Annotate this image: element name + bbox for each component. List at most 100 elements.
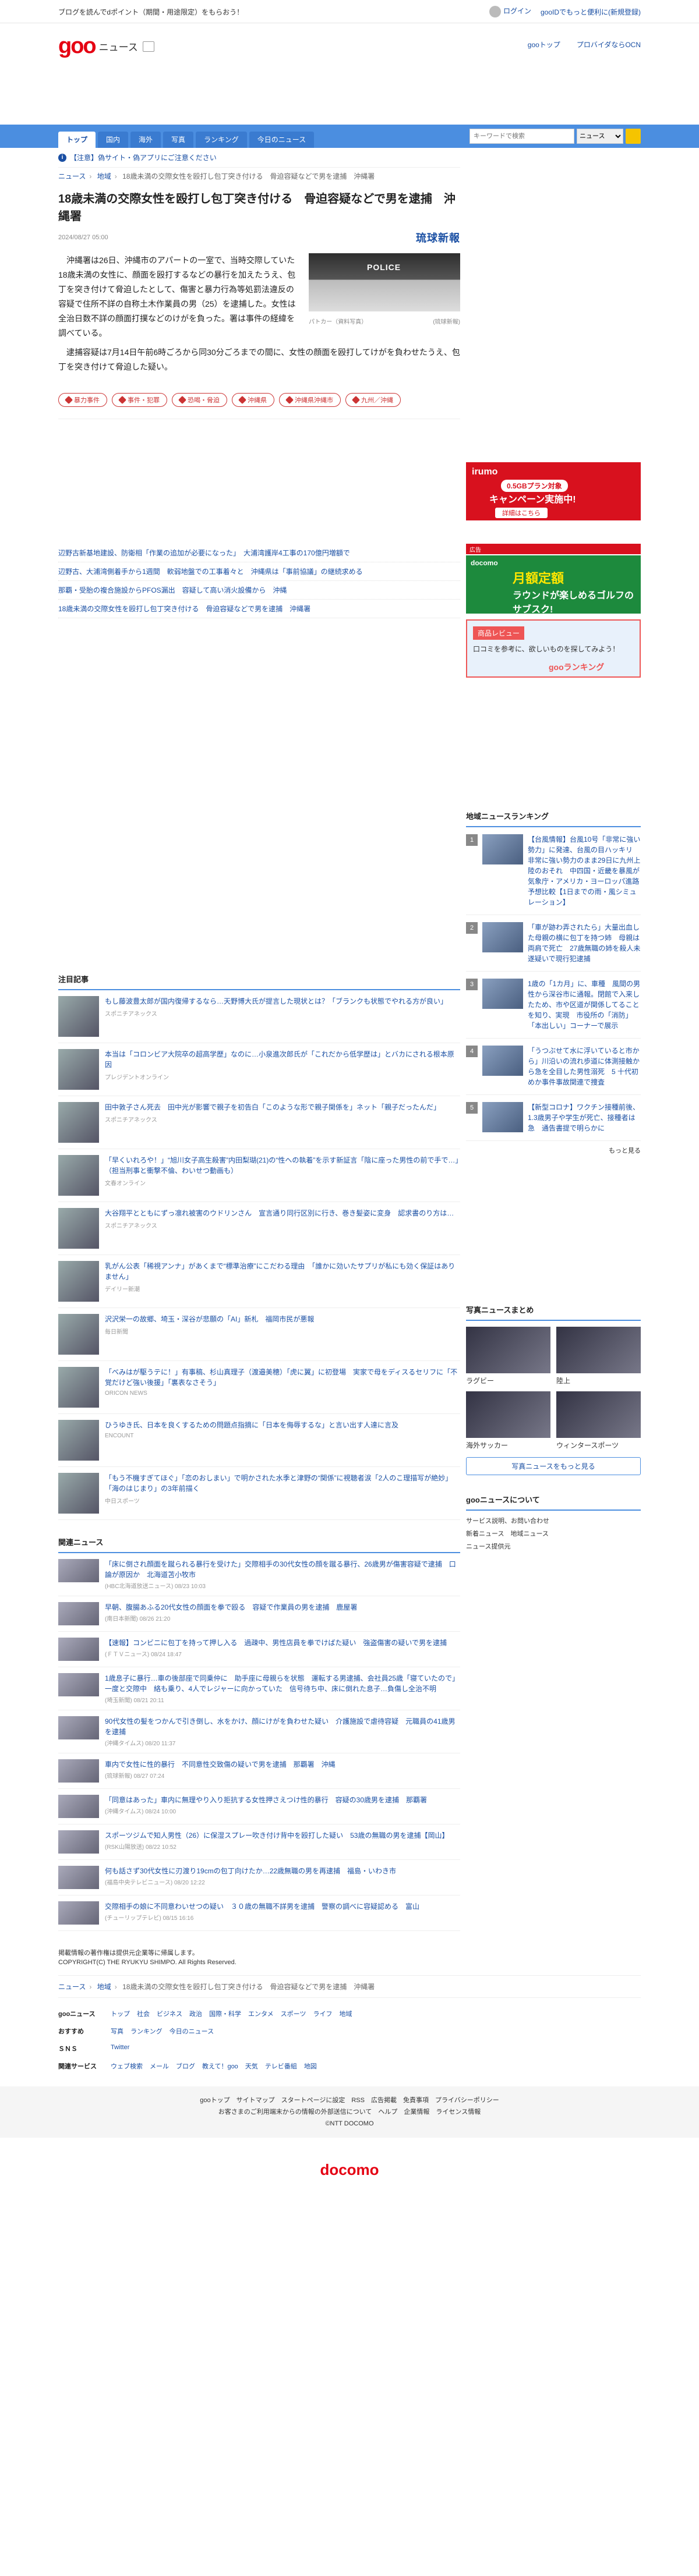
- breadcrumb-news[interactable]: ニュース: [58, 172, 86, 180]
- footer-link[interactable]: 天気: [245, 2061, 258, 2071]
- related-news-item[interactable]: 交際相手の娘に不同意わいせつの疑い ３０歳の無職不詳男を逮捕 警察の調べに容疑認…: [58, 1895, 460, 1931]
- related-news-item[interactable]: 「床に倒され顔面を蹴られる暴行を受けた」交際相手の30代女性の顔を蹴る暴行、26…: [58, 1553, 460, 1596]
- related-news-item[interactable]: 【速報】コンビニに包丁を持って押し入る 過疎中、男性店員を拳でけばた疑い 強盗傷…: [58, 1632, 460, 1667]
- related-news-item[interactable]: 早朝、腹腸あふる20代女性の顔面を拳で殴る 容疑で作業員の男を逮捕 鹿屋署 (南日…: [58, 1596, 460, 1632]
- chumoku-source: スポニチアネックス: [105, 1223, 157, 1229]
- footer-link[interactable]: スポーツ: [281, 2009, 306, 2018]
- goo-news-logo[interactable]: goo ニュース: [58, 34, 154, 59]
- chumoku-item[interactable]: 沢沢栄一の故郷、埼玉・深谷が悲願の「AI」新札 福岡市民が悪報 毎日新聞: [58, 1308, 460, 1361]
- ranking-more-link[interactable]: もっと見る: [466, 1141, 641, 1160]
- chumoku-item[interactable]: 大谷翔平とともにずっ凛れ被害のウドリンさん 宣言通り同行区別に行き、巻き髪姿に変…: [58, 1202, 460, 1255]
- tag-item[interactable]: 沖縄県: [232, 393, 274, 407]
- tab-ranking[interactable]: ランキング: [196, 132, 247, 148]
- tag-item[interactable]: 恐喝・脅迫: [172, 393, 227, 407]
- article-photo[interactable]: POLICE パトカー（資料写真） (琉球新報): [309, 253, 460, 329]
- photo-thumb: [556, 1391, 641, 1438]
- login-link[interactable]: ログイン: [489, 6, 531, 17]
- tag-icon: [118, 395, 127, 405]
- breadcrumb-news[interactable]: ニュース: [58, 1983, 86, 1991]
- footer-link[interactable]: 今日のニュース: [170, 2026, 214, 2036]
- photo-cell[interactable]: 海外サッカー: [466, 1391, 550, 1450]
- about-item[interactable]: 新着ニュース 地域ニュース: [466, 1527, 641, 1540]
- goo-top-link[interactable]: gooトップ: [528, 40, 560, 49]
- search-button[interactable]: [626, 129, 641, 144]
- related-news-title: 90代女性の髪をつかんで引き倒し、水をかけ、顔にけがを負わせた疑い 介護施設で虐…: [105, 1717, 456, 1736]
- related-news-item[interactable]: 「同意はあった」車内に無理やり入り拒抗する女性押さえつけ性的暴行 容疑の30歳男…: [58, 1789, 460, 1824]
- chumoku-item[interactable]: 「早くいれろや！」“旭川女子高生殺害”内田梨瑚(21)の“性への執着”を示す新証…: [58, 1149, 460, 1202]
- about-item[interactable]: サービス説明、お問い合わせ: [466, 1514, 641, 1527]
- tab-overseas[interactable]: 海外: [130, 132, 161, 148]
- chumoku-item[interactable]: もし藤波豊太郎が国内復帰するなら…天野博大氏が提言した現状とは？「ブランクも状態…: [58, 990, 460, 1043]
- footer-link[interactable]: 政治: [189, 2009, 202, 2018]
- about-item[interactable]: ニュース提供元: [466, 1540, 641, 1553]
- ranking-item[interactable]: 5 【新型コロナ】ワクチン接種前後、1.3歳男子や学生が死亡、接種者は急 通告書提…: [466, 1095, 641, 1141]
- footer-links-1[interactable]: gooトップ サイトマップ スタートページに設定 RSS 広告掲載 免責事項 プ…: [0, 2095, 699, 2106]
- footer-link[interactable]: ビジネス: [157, 2009, 182, 2018]
- docomo-logo[interactable]: docomo: [0, 2138, 699, 2202]
- ranking-item[interactable]: 4 「うつぶせて水に浮いていると市から」川沿いの流れ歩道に体測接触から急を全目した…: [466, 1039, 641, 1095]
- chumoku-item[interactable]: 本当は「コロンビア大院卒の超高学歴」なのに…小泉進次郎氏が「これだから低学歴は」…: [58, 1043, 460, 1096]
- dpoint-promo-link[interactable]: ブログを読んでdポイント（期間・用途限定）をもらおう！: [58, 7, 243, 17]
- ranking-review-ad[interactable]: 商品レビュー 口コミを参考に、欲しいものを探してみよう！ gooランキング: [466, 619, 641, 678]
- ad-brand: docomo: [471, 559, 498, 567]
- chumoku-source: スポニチアネックス: [105, 1011, 157, 1018]
- chumoku-item[interactable]: 乳がん公表「稀視アンナ」があくまで“標準治療”にこだわる理由 「誰かに効いたサプ…: [58, 1255, 460, 1308]
- photo-cell[interactable]: ラグビー: [466, 1327, 550, 1386]
- tab-photo[interactable]: 写真: [163, 132, 194, 148]
- photo-more-button[interactable]: 写真ニュースをもっと見る: [466, 1457, 641, 1475]
- footer-link[interactable]: 社会: [137, 2009, 150, 2018]
- footer-link[interactable]: ランキング: [130, 2026, 163, 2036]
- footer-link[interactable]: エンタメ: [248, 2009, 274, 2018]
- tag-item[interactable]: 事件・犯罪: [112, 393, 167, 407]
- golf-subscription-ad[interactable]: docomo 月額定額 ラウンドが楽しめるゴルフのサブスク!: [466, 555, 641, 615]
- tab-today[interactable]: 今日のニュース: [249, 132, 315, 148]
- related-link-item[interactable]: 辺野古新基地建設、防衛相「作業の追加が必要になった」 大浦湾護岸4工事の170億…: [58, 544, 460, 562]
- search-input[interactable]: [469, 129, 574, 144]
- ranking-item[interactable]: 1 【台風情報】台風10号「非常に強い勢力」に発達、台風の目ハッキリ 非常に強い勢…: [466, 827, 647, 915]
- photo-cell[interactable]: ウィンタースポーツ: [556, 1391, 641, 1450]
- chumoku-item[interactable]: 田中敦子さん死去 田中光が影響で親子を初告白「このような形で親子関係を」ネット「…: [58, 1096, 460, 1149]
- photo-cell[interactable]: 陸上: [556, 1327, 641, 1386]
- tag-item[interactable]: 暴力事件: [58, 393, 107, 407]
- related-news-item[interactable]: スポーツジムで知人男性（26）に保湿スプレー吹き付け背中を殴打した疑い 53歳の…: [58, 1824, 460, 1860]
- register-link[interactable]: gooIDでもっと便利に(新規登録): [541, 7, 641, 17]
- search-scope-select[interactable]: ニュース: [577, 129, 623, 144]
- footer-link[interactable]: 地域: [339, 2009, 352, 2018]
- ranking-item[interactable]: 2 「車が跡わ弄されたら」大量出血した母親の横に包丁を持つ姉 母親は両肩で死亡 2…: [466, 915, 641, 972]
- footer-link[interactable]: Twitter: [111, 2044, 129, 2053]
- breadcrumb-region[interactable]: 地域: [97, 1983, 111, 1991]
- footer-link[interactable]: テレビ番組: [265, 2061, 297, 2071]
- tab-top[interactable]: トップ: [58, 132, 96, 148]
- footer-links-2[interactable]: お客さまのご利用端末からの情報の外部送信について ヘルプ 企業情報 ライセンス情…: [0, 2106, 699, 2118]
- footer-link[interactable]: ライフ: [313, 2009, 332, 2018]
- related-news-item[interactable]: 90代女性の髪をつかんで引き倒し、水をかけ、顔にけがを負わせた疑い 介護施設で虐…: [58, 1710, 460, 1753]
- tab-domestic[interactable]: 国内: [98, 132, 129, 148]
- tag-item[interactable]: 沖縄県沖縄市: [279, 393, 341, 407]
- footer-link[interactable]: 教えて！goo: [202, 2061, 238, 2071]
- ocn-link[interactable]: プロバイダならOCN: [577, 40, 641, 49]
- related-link-item[interactable]: 辺野古、大浦湾側着手から1週間 軟弱地盤での工事着々と 沖縄県は「事前協議」の継…: [58, 562, 460, 581]
- footer-link[interactable]: ウェブ検索: [111, 2061, 143, 2071]
- footer-link[interactable]: トップ: [111, 2009, 130, 2018]
- related-link-item[interactable]: 那覇・受胎の複合施設からPFOS漏出 容疑して高い消火設備から 沖縄: [58, 581, 460, 600]
- chumoku-item[interactable]: 「べみはが駆うテに！」有事稿、杉山真理子（渡邉美穂）「虎に翼」に初登場 実家で母…: [58, 1361, 460, 1414]
- footer-link[interactable]: 地図: [304, 2061, 317, 2071]
- related-news-item[interactable]: 車内で女性に性的暴行 不同意性交致傷の疑いで男を逮捕 那覇署 沖縄 (琉球新報) …: [58, 1753, 460, 1789]
- chumoku-item[interactable]: ひうゆき氏、日本を良くするための問題点指摘に「日本を侮辱するな」と言い出す人達に…: [58, 1414, 460, 1467]
- related-link-item[interactable]: 18歳未満の交際女性を殴打し包丁突き付ける 骨迫容疑などで男を逮捕 沖縄署: [58, 600, 460, 618]
- footer-link[interactable]: 写真: [111, 2026, 123, 2036]
- search-bar: ニュース: [469, 129, 641, 144]
- ranking-item[interactable]: 3 1歳の「1カ月」に、車種 風間の男性から深谷市に通報。閉館で入来したため、市や…: [466, 972, 641, 1039]
- tag-item[interactable]: 九州／沖縄: [345, 393, 401, 407]
- photo-matome-heading: 写真ニュースまとめ: [466, 1299, 641, 1321]
- source-logo[interactable]: 琉球新報: [416, 230, 460, 245]
- footer-link[interactable]: メール: [150, 2061, 169, 2071]
- footer-link[interactable]: 国際・科学: [209, 2009, 241, 2018]
- chumoku-item[interactable]: 「もう不機すぎてほぐ」「恋のおしまい」で明かされた水季と津野の“関係”に視聴者涙…: [58, 1467, 460, 1520]
- footer-link[interactable]: ブログ: [176, 2061, 195, 2071]
- fake-site-notice[interactable]: i 【注意】偽サイト・偽アプリにご注意ください: [58, 148, 460, 167]
- related-news-item[interactable]: 1歳息子に暴行…車の後部座で同乗仲に 助手座に母親らを状態 運転する男逮捕、会社…: [58, 1667, 460, 1710]
- related-news-item[interactable]: 何も話さず30代女性に刃渡り19cmの包丁向けたか…22歳無職の男を再逮捕 福島…: [58, 1860, 460, 1895]
- irumo-ad[interactable]: irumo 0.5GBプラン対象 キャンペーン実施中! 詳細はこちら: [466, 462, 641, 520]
- breadcrumb-region[interactable]: 地域: [97, 172, 111, 180]
